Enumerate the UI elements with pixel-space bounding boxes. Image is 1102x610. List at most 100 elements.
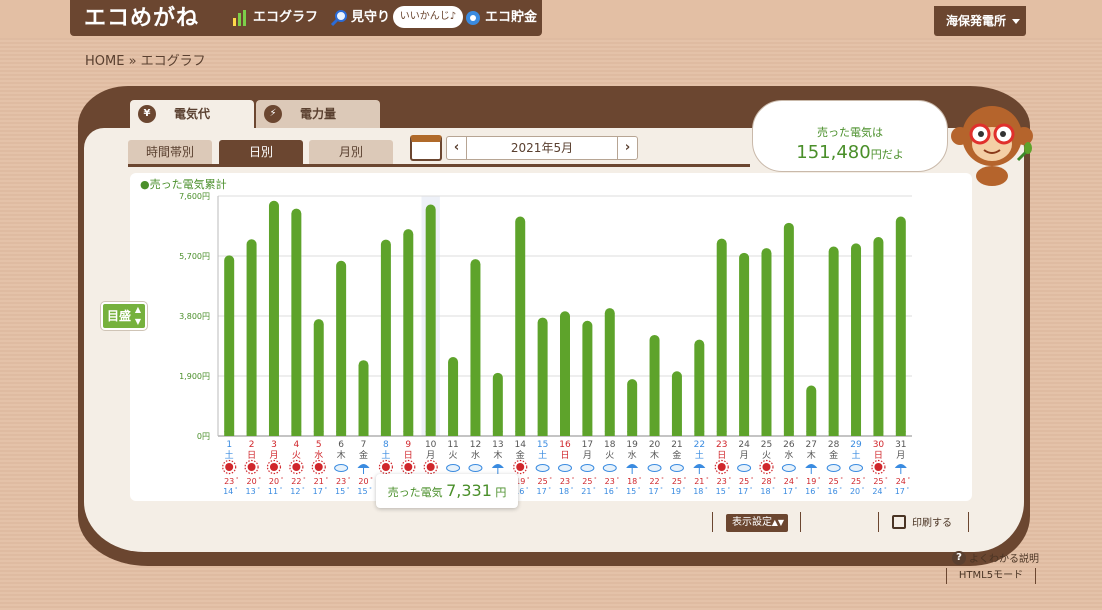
- bar: [873, 237, 884, 436]
- x-tick-label: 13: [492, 440, 503, 450]
- temp-low-unit: °: [593, 487, 596, 493]
- temp-low-unit: °: [616, 487, 619, 493]
- bar: [537, 317, 548, 436]
- temp-high-unit: °: [303, 477, 306, 483]
- bar: [895, 216, 906, 436]
- bar: [224, 255, 235, 436]
- temp-high-label: 25: [829, 477, 839, 486]
- x-tick-label: 8: [383, 440, 389, 450]
- display-settings-button[interactable]: 表示設定 ▲▼: [726, 514, 788, 532]
- temp-high-label: 20: [246, 477, 256, 486]
- temp-low-unit: °: [683, 487, 686, 493]
- temp-high-label: 22: [649, 477, 659, 486]
- temp-low-unit: °: [347, 487, 350, 493]
- bar-base: [268, 431, 279, 436]
- x-weekday-label: 日: [560, 450, 569, 461]
- tooltip-label: 売った電気: [387, 486, 443, 499]
- bar-base: [716, 431, 727, 436]
- temp-high-label: 18: [627, 477, 637, 486]
- temp-high-unit: °: [281, 477, 284, 483]
- bar: [358, 360, 369, 436]
- temp-high-label: 20: [269, 477, 279, 486]
- x-tick-label: 12: [470, 440, 481, 450]
- value-tooltip: 売った電気 7,331 円: [376, 474, 518, 508]
- bar: [380, 239, 391, 436]
- cloud-icon: [558, 464, 572, 472]
- temp-low-unit: °: [862, 487, 865, 493]
- bar: [582, 320, 593, 436]
- bar: [492, 372, 503, 436]
- x-weekday-label: 金: [672, 449, 681, 461]
- temp-low-label: 13: [245, 487, 255, 496]
- x-tick-label: 3: [271, 440, 277, 450]
- bar: [627, 379, 638, 436]
- bar-base: [358, 431, 369, 436]
- tooltip-unit: 円: [495, 486, 507, 499]
- temp-high-unit: °: [348, 477, 351, 483]
- bar: [560, 311, 570, 436]
- temp-low-unit: °: [257, 487, 260, 493]
- x-weekday-label: 月: [896, 450, 905, 461]
- tooltip-value: 7,331: [446, 481, 492, 500]
- updown-icon: ▲▼: [771, 518, 784, 527]
- help-link[interactable]: ? よくわかる説明: [952, 550, 1039, 565]
- temp-high-label: 24: [784, 477, 794, 486]
- temp-low-label: 17: [895, 487, 905, 496]
- print-button[interactable]: 印刷する: [892, 514, 952, 529]
- temp-high-unit: °: [661, 477, 664, 483]
- temp-high-unit: °: [773, 477, 776, 483]
- x-tick-label: 9: [405, 440, 411, 450]
- divider: [968, 512, 969, 532]
- bar-base: [403, 431, 414, 436]
- bar: [694, 339, 705, 436]
- x-weekday-label: 火: [605, 450, 614, 461]
- temp-low-label: 15: [335, 487, 345, 496]
- x-weekday-label: 月: [583, 450, 592, 461]
- temp-low-unit: °: [548, 487, 551, 493]
- print-label: 印刷する: [912, 518, 952, 529]
- temp-high-label: 23: [336, 477, 346, 486]
- temp-high-label: 25: [582, 477, 592, 486]
- x-weekday-label: 木: [337, 449, 346, 461]
- bar: [425, 204, 436, 436]
- temp-low-unit: °: [660, 487, 663, 493]
- temp-low-unit: °: [324, 487, 327, 493]
- bar-base: [537, 431, 548, 436]
- temp-low-label: 19: [671, 487, 681, 496]
- temp-high-unit: °: [818, 477, 821, 483]
- temp-high-unit: °: [258, 477, 261, 483]
- html5-mode-link[interactable]: HTML5モード: [946, 568, 1036, 584]
- temp-low-unit: °: [817, 487, 820, 493]
- x-tick-label: 4: [293, 440, 299, 450]
- cloud-icon: [334, 464, 349, 472]
- scale-button[interactable]: 目盛 ▲ ▼: [101, 302, 147, 330]
- x-tick-label: 2: [249, 440, 255, 450]
- temp-low-label: 18: [693, 487, 703, 496]
- temp-low-unit: °: [302, 487, 305, 493]
- x-weekday-label: 水: [784, 449, 793, 461]
- cloud-icon: [446, 464, 461, 472]
- temp-high-unit: °: [572, 477, 575, 483]
- temp-low-label: 18: [760, 487, 770, 496]
- umbrella-icon: [693, 464, 706, 468]
- bar: [246, 239, 257, 436]
- bar: [403, 229, 414, 436]
- temp-low-unit: °: [526, 487, 529, 493]
- temp-high-unit: °: [863, 477, 866, 483]
- bar: [470, 259, 481, 436]
- temp-low-unit: °: [727, 487, 730, 493]
- x-tick-label: 30: [873, 440, 885, 450]
- bar: [313, 319, 324, 436]
- temp-high-label: 24: [896, 477, 906, 486]
- bar: [851, 243, 862, 436]
- temp-high-label: 23: [560, 477, 570, 486]
- bar: [515, 216, 526, 436]
- x-tick-label: 24: [738, 440, 750, 450]
- x-tick-label: 20: [649, 440, 661, 450]
- y-tick-label: 1,900円: [179, 372, 210, 381]
- bar: [671, 371, 682, 436]
- sun-icon: [381, 463, 390, 471]
- sun-icon: [717, 463, 726, 471]
- x-weekday-label: 金: [359, 449, 368, 461]
- cloud-icon: [580, 464, 595, 472]
